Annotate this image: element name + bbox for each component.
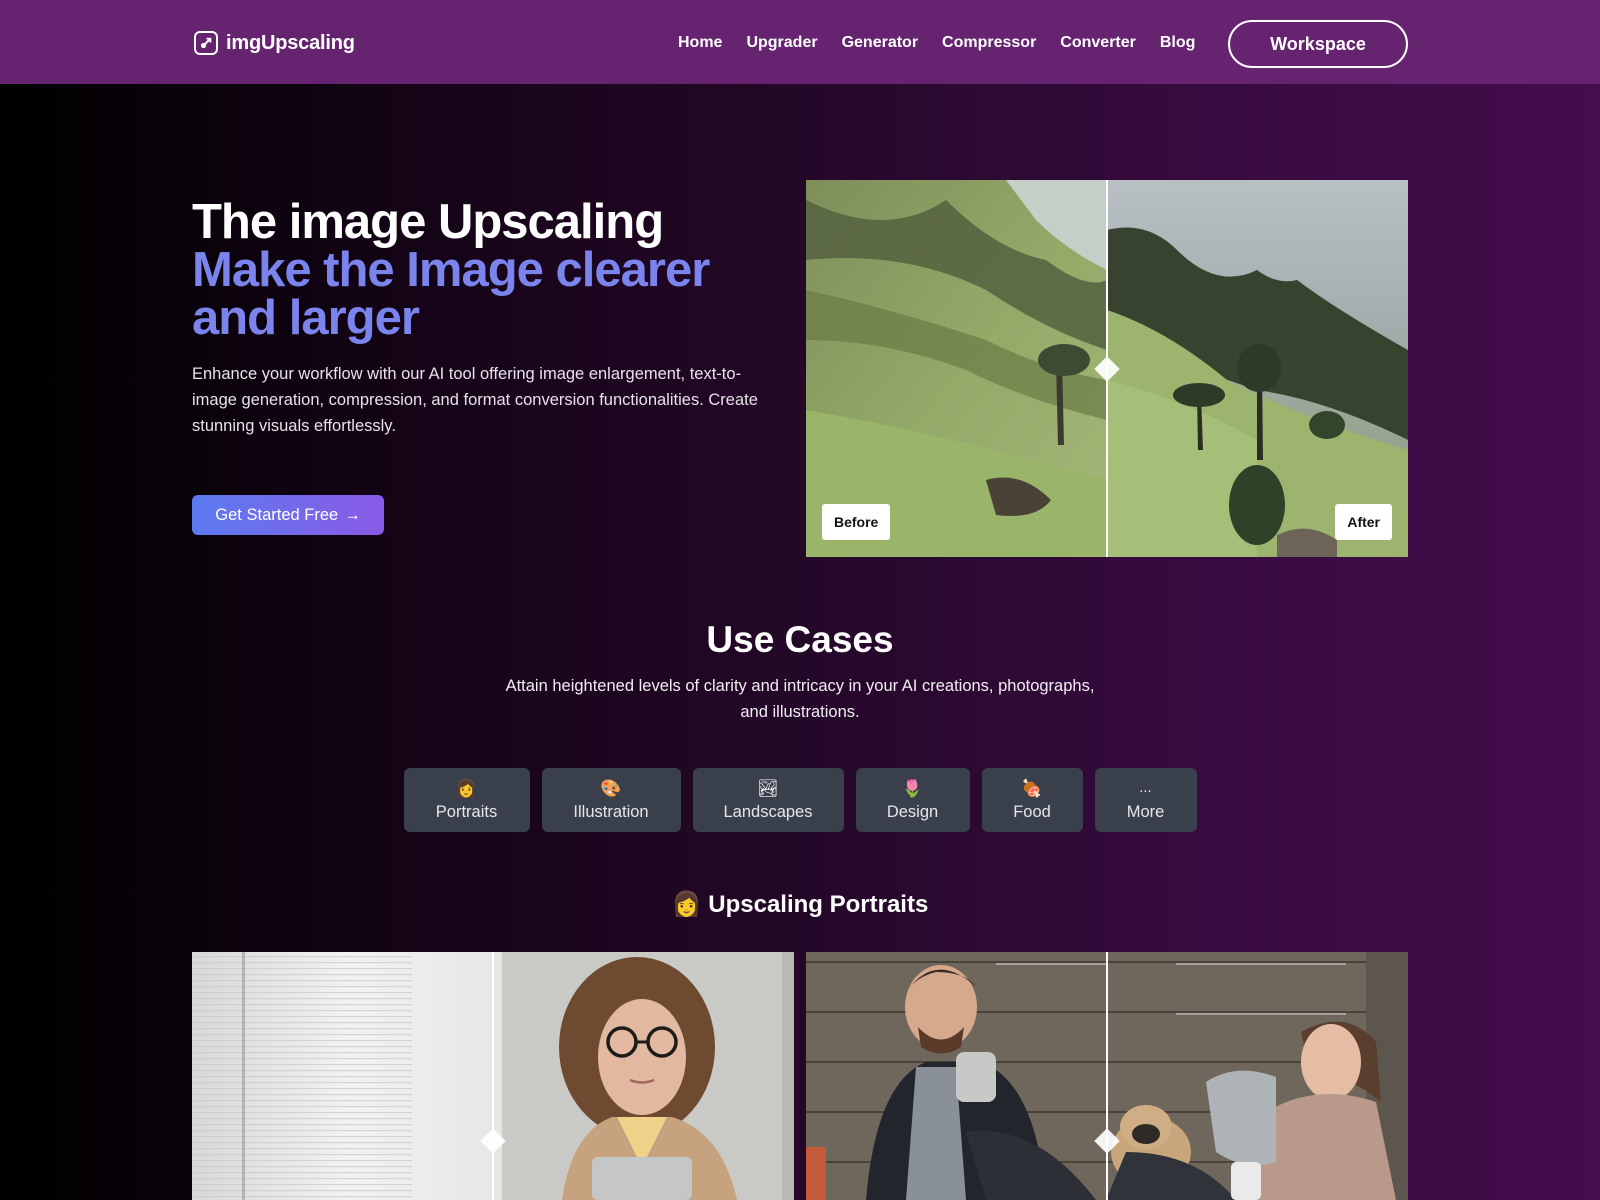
category-label: More (1126, 802, 1165, 821)
after-image (1107, 180, 1408, 557)
expand-arrow-icon (194, 31, 218, 55)
slider-divider[interactable] (492, 952, 494, 1200)
portraits-title-text: Upscaling Portraits (708, 891, 929, 918)
brand-name: imgUpscaling (226, 31, 355, 54)
navbar: imgUpscaling Home Upgrader Generator Com… (0, 0, 1600, 84)
slider-divider[interactable] (1106, 952, 1108, 1200)
category-more[interactable]: ... More (1094, 768, 1197, 832)
hero-title-accent: Make the Image clearer and larger (192, 243, 710, 345)
category-label: Portraits (435, 802, 498, 821)
after-label: After (1335, 504, 1392, 540)
hero-title-main: The image Upscaling (192, 195, 664, 249)
tulip-icon: 🌷 (901, 778, 924, 799)
portrait-comparison-couple[interactable] (806, 952, 1408, 1200)
category-label: Design (886, 802, 939, 821)
hero-description: Enhance your workflow with our AI tool o… (192, 365, 758, 435)
woman-icon: 👩 (671, 890, 702, 918)
brand-logo[interactable]: imgUpscaling (194, 31, 355, 55)
before-image (806, 180, 1107, 557)
category-design[interactable]: 🌷 Design (855, 768, 970, 832)
category-portraits[interactable]: 👩 Portraits (403, 768, 530, 832)
woman-icon: 👩 (455, 778, 478, 799)
portraits-section-title: 👩 Upscaling Portraits (0, 890, 1600, 919)
category-label: Food (1013, 802, 1051, 821)
category-label: Illustration (573, 802, 649, 821)
ellipsis-icon: ... (1139, 780, 1152, 796)
use-cases-title: Use Cases (706, 619, 894, 660)
get-started-button[interactable]: Get Started Free → (192, 495, 384, 535)
hero-before-after-slider[interactable]: Before After (806, 180, 1408, 557)
use-case-categories: 👩 Portraits 🎨 Illustration 🏞 Landscapes … (0, 768, 1600, 832)
meat-icon: 🍖 (1021, 778, 1043, 799)
workspace-button[interactable]: Workspace (1228, 20, 1408, 68)
nav-link-home[interactable]: Home (678, 34, 722, 52)
nav-link-upgrader[interactable]: Upgrader (746, 34, 817, 52)
category-label: Landscapes (723, 802, 813, 821)
portrait-comparison-woman[interactable] (192, 952, 794, 1200)
category-landscapes[interactable]: 🏞 Landscapes (692, 768, 844, 832)
use-cases-description: Attain heightened levels of clarity and … (505, 677, 1095, 721)
category-illustration[interactable]: 🎨 Illustration (541, 768, 681, 832)
get-started-label: Get Started Free (215, 505, 339, 524)
before-label: Before (822, 504, 891, 540)
nav-links: Home Upgrader Generator Compressor Conve… (678, 34, 1219, 52)
nav-link-converter[interactable]: Converter (1060, 34, 1136, 52)
category-food[interactable]: 🍖 Food (981, 768, 1083, 832)
landscape-picture-icon: 🏞 (757, 778, 779, 799)
palette-icon: 🎨 (600, 778, 622, 799)
nav-link-compressor[interactable]: Compressor (942, 34, 1036, 52)
nav-link-blog[interactable]: Blog (1160, 34, 1196, 52)
nav-link-generator[interactable]: Generator (842, 34, 918, 52)
arrow-right-icon: → (344, 505, 361, 524)
hero-title: The image Upscaling Make the Image clear… (192, 195, 792, 345)
